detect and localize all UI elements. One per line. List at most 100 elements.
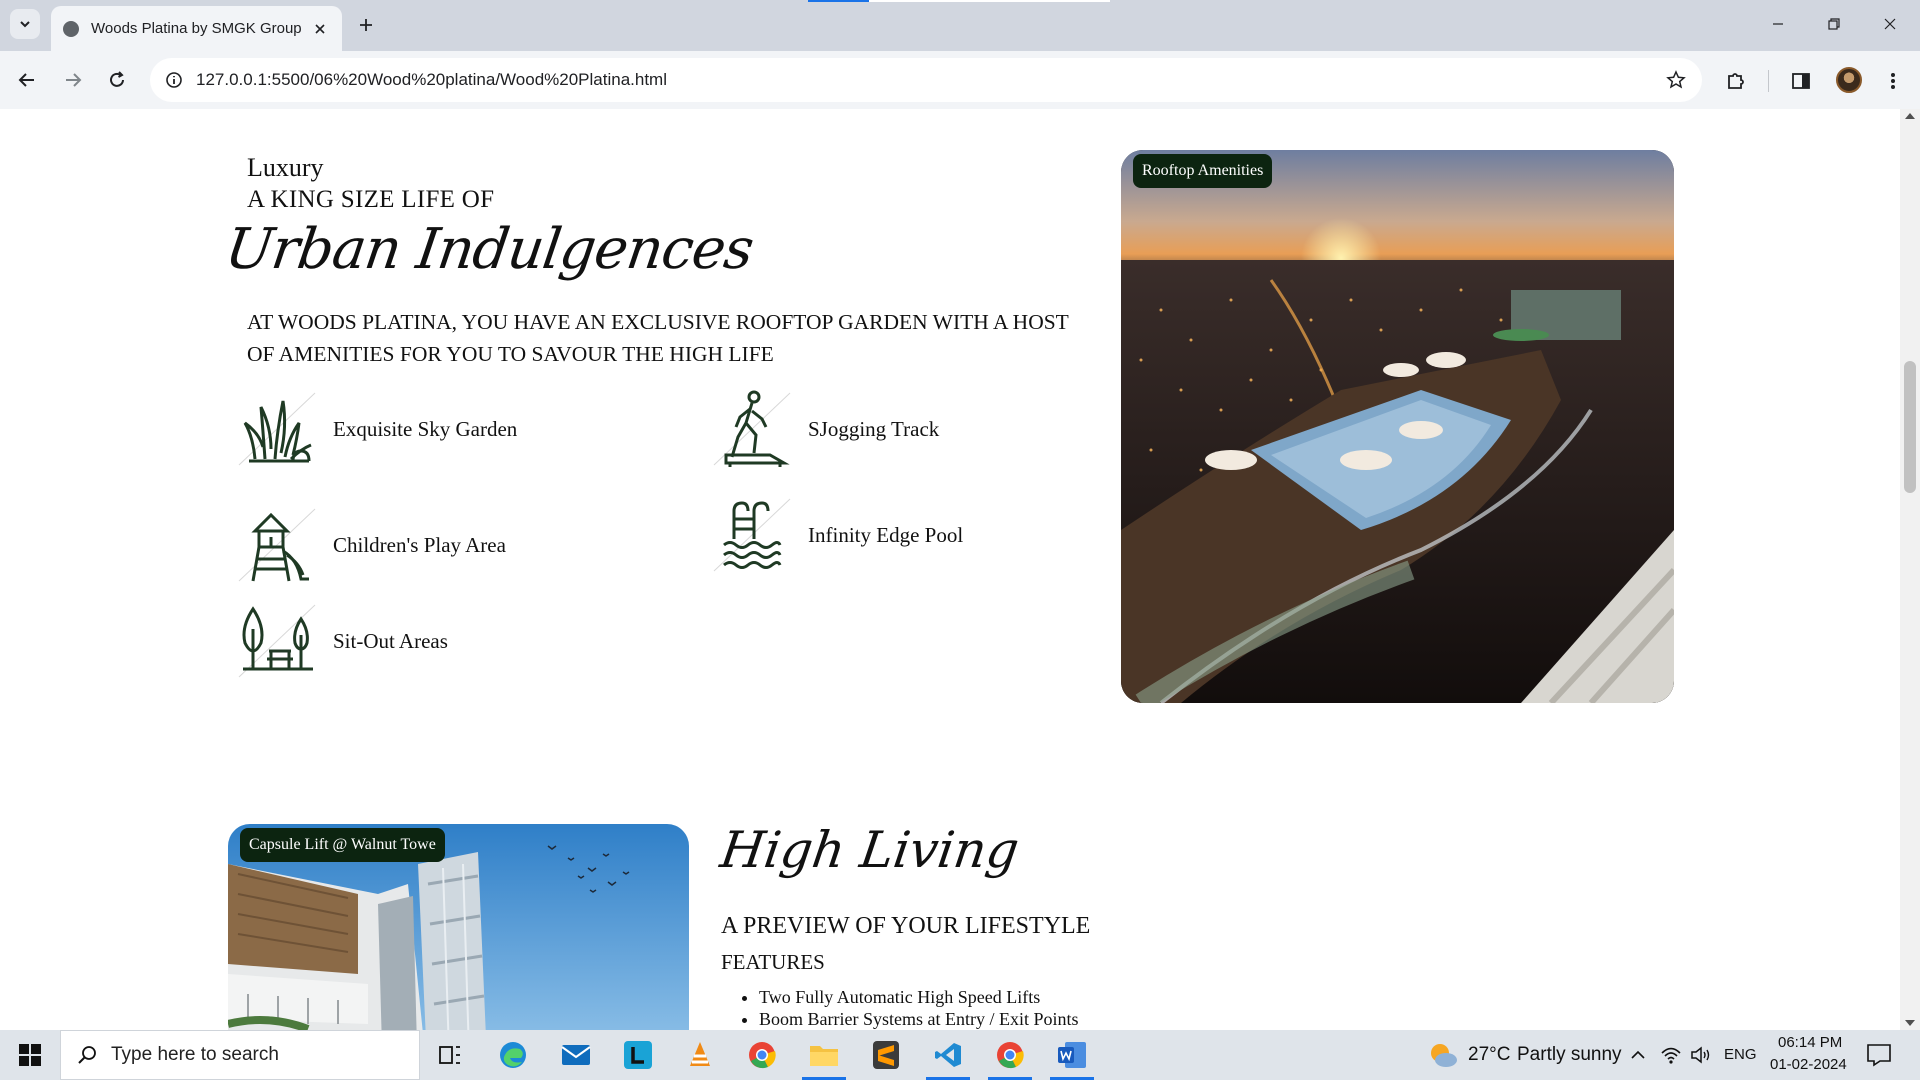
globe-icon bbox=[63, 20, 79, 37]
extensions-button[interactable] bbox=[1721, 66, 1751, 96]
amenity-label: SJogging Track bbox=[808, 416, 940, 441]
amenity-sky-garden: Exquisite Sky Garden bbox=[235, 387, 517, 471]
taskbar-mail[interactable] bbox=[548, 1030, 604, 1080]
notifications-icon[interactable] bbox=[1866, 1043, 1892, 1067]
taskbar-chrome-active[interactable] bbox=[982, 1030, 1038, 1080]
jogging-track-icon bbox=[713, 390, 791, 467]
windows-logo-icon bbox=[19, 1044, 41, 1066]
close-icon bbox=[1884, 18, 1896, 30]
close-window-button[interactable] bbox=[1862, 0, 1918, 48]
language-indicator[interactable]: ENG bbox=[1724, 1046, 1757, 1063]
reload-button[interactable] bbox=[102, 65, 132, 95]
tab-search-button[interactable] bbox=[10, 9, 40, 39]
chevron-up-icon[interactable] bbox=[1630, 1047, 1646, 1063]
scroll-thumb[interactable] bbox=[1904, 361, 1916, 493]
taskbar-vscode[interactable] bbox=[920, 1030, 976, 1080]
taskbar-search[interactable]: Type here to search bbox=[60, 1030, 420, 1080]
side-panel-button[interactable] bbox=[1786, 66, 1816, 96]
taskbar-edge[interactable] bbox=[485, 1030, 541, 1080]
url-text: 127.0.0.1:5500/06%20Wood%20platina/Wood%… bbox=[196, 70, 667, 89]
chevron-down-icon bbox=[20, 21, 30, 28]
weather-description[interactable]: Partly sunny bbox=[1517, 1044, 1622, 1066]
high-living-subhead: A PREVIEW OF YOUR LIFESTYLE bbox=[721, 913, 1091, 939]
address-bar[interactable]: 127.0.0.1:5500/06%20Wood%20platina/Wood%… bbox=[150, 58, 1702, 102]
amenity-label: Sit-Out Areas bbox=[333, 628, 448, 653]
tab-close-button[interactable] bbox=[310, 19, 330, 39]
task-view-icon bbox=[439, 1046, 460, 1064]
amenity-play-area: Children's Play Area bbox=[235, 503, 506, 587]
amenity-label: Exquisite Sky Garden bbox=[333, 416, 518, 441]
arrow-right-icon bbox=[66, 73, 82, 87]
features-list: Two Fully Automatic High Speed Lifts Boo… bbox=[759, 986, 1078, 1030]
wifi-icon[interactable] bbox=[1660, 1045, 1682, 1065]
restore-icon bbox=[1828, 18, 1840, 30]
list-item: Boom Barrier Systems at Entry / Exit Poi… bbox=[759, 1008, 1078, 1030]
close-icon bbox=[315, 23, 325, 34]
high-living-title: High Living bbox=[716, 821, 1023, 879]
play-area-icon bbox=[238, 508, 316, 582]
info-icon bbox=[166, 72, 182, 88]
taskbar-file-explorer[interactable] bbox=[796, 1030, 852, 1080]
section-kicker: Luxury bbox=[247, 153, 324, 182]
reload-icon bbox=[110, 71, 124, 87]
amenity-sit-out: Sit-Out Areas bbox=[235, 599, 448, 683]
minimize-button[interactable] bbox=[1750, 0, 1806, 48]
restore-button[interactable] bbox=[1806, 0, 1862, 48]
browser-tab[interactable]: Woods Platina by SMGK Group bbox=[51, 6, 342, 51]
folder-icon bbox=[810, 1046, 838, 1066]
kebab-menu-icon bbox=[1891, 73, 1895, 89]
scroll-up-icon[interactable] bbox=[1905, 113, 1915, 119]
taskbar-sublime[interactable] bbox=[858, 1030, 914, 1080]
browser-toolbar: 127.0.0.1:5500/06%20Wood%20platina/Wood%… bbox=[0, 51, 1920, 109]
list-item: Two Fully Automatic High Speed Lifts bbox=[759, 986, 1078, 1008]
windows-taskbar: Type here to search 27°C Partly sunny EN… bbox=[0, 1030, 1920, 1080]
page-scrollbar[interactable] bbox=[1900, 109, 1920, 1030]
section-lead: AT WOODS PLATINA, YOU HAVE AN EXCLUSIVE … bbox=[247, 310, 1069, 366]
sit-out-icon bbox=[238, 604, 316, 678]
plus-icon bbox=[360, 19, 372, 31]
forward-button[interactable] bbox=[58, 65, 88, 95]
rooftop-amenities-photo: Rooftop Amenities bbox=[1121, 150, 1674, 703]
vscode-icon bbox=[935, 1043, 961, 1067]
rooftop-city-illustration bbox=[1121, 150, 1674, 703]
pool-icon bbox=[713, 498, 791, 572]
capsule-lift-badge: Capsule Lift @ Walnut Towe bbox=[240, 828, 445, 862]
weather-icon[interactable] bbox=[1428, 1041, 1458, 1069]
amenity-label: Children's Play Area bbox=[333, 532, 506, 557]
weather-temperature[interactable]: 27°C bbox=[1468, 1044, 1510, 1066]
bookmark-button[interactable] bbox=[1662, 66, 1690, 94]
section-subhead: A KING SIZE LIFE OF bbox=[247, 186, 495, 213]
start-button[interactable] bbox=[0, 1030, 60, 1080]
amenity-jogging-track: SJogging Track bbox=[710, 387, 939, 471]
amenity-label: Infinity Edge Pool bbox=[808, 522, 964, 547]
mail-icon bbox=[561, 1045, 591, 1065]
edge-icon bbox=[500, 1042, 526, 1068]
clock-time[interactable]: 06:14 PM bbox=[1778, 1034, 1842, 1051]
rooftop-amenities-badge: Rooftop Amenities bbox=[1133, 154, 1273, 188]
clock-date[interactable]: 01-02-2024 bbox=[1770, 1056, 1847, 1073]
taskbar-chrome[interactable] bbox=[734, 1030, 790, 1080]
sky-garden-icon bbox=[238, 392, 316, 466]
page-viewport: Luxury A KING SIZE LIFE OF Urban Indulge… bbox=[0, 109, 1920, 1030]
site-info-button[interactable] bbox=[160, 66, 188, 94]
search-placeholder: Type here to search bbox=[111, 1044, 279, 1065]
speaker-icon[interactable] bbox=[1690, 1045, 1712, 1065]
taskbar-vlc[interactable] bbox=[672, 1030, 728, 1080]
amenity-infinity-pool: Infinity Edge Pool bbox=[710, 493, 963, 577]
vlc-icon bbox=[690, 1042, 710, 1066]
tab-title: Woods Platina by SMGK Group bbox=[91, 20, 302, 37]
taskbar-word[interactable] bbox=[1044, 1030, 1100, 1080]
features-heading: FEATURES bbox=[721, 950, 825, 974]
capsule-lift-photo: Capsule Lift @ Walnut Towe bbox=[228, 824, 689, 1030]
profile-avatar[interactable] bbox=[1836, 67, 1862, 93]
chrome-icon bbox=[997, 1042, 1024, 1069]
browser-titlebar: Woods Platina by SMGK Group bbox=[0, 0, 1920, 51]
minimize-icon bbox=[1773, 23, 1783, 25]
scroll-down-icon[interactable] bbox=[1905, 1020, 1915, 1026]
back-button[interactable] bbox=[12, 65, 42, 95]
new-tab-button[interactable] bbox=[352, 11, 380, 39]
browser-menu-button[interactable] bbox=[1878, 66, 1908, 96]
task-view-button[interactable] bbox=[422, 1030, 478, 1080]
arrow-left-icon bbox=[18, 73, 34, 87]
taskbar-l-app[interactable] bbox=[610, 1030, 666, 1080]
